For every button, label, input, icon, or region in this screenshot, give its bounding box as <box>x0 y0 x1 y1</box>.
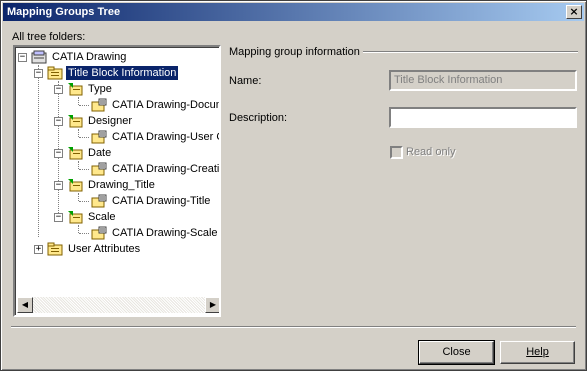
tree-node-label: CATIA Drawing <box>52 51 127 63</box>
scroll-right-icon[interactable]: ▶ <box>205 297 219 313</box>
tree-node-label: User Attributes <box>68 243 141 255</box>
folder-icon <box>47 66 63 80</box>
tree-node-label: Scale <box>88 211 116 223</box>
tree-node-label: Title Block Information <box>64 65 180 81</box>
collapse-icon[interactable]: − <box>54 84 63 94</box>
horizontal-scrollbar[interactable]: ◀ ▶ <box>17 297 219 313</box>
attribute-icon <box>91 194 107 208</box>
tree-node-label: CATIA Drawing-Title <box>112 195 211 207</box>
collapse-icon[interactable]: − <box>34 68 43 78</box>
tree-node-label: Designer <box>88 115 133 127</box>
tree-node-scale[interactable]: − Scale <box>54 209 118 225</box>
tree-node-catia-drawing[interactable]: − CATIA Drawing <box>18 49 128 65</box>
mapping-groups-dialog: Mapping Groups Tree × All tree folders: … <box>0 0 587 371</box>
tree-node-label: CATIA Drawing-Document <box>112 99 219 111</box>
tree-node-attribute[interactable]: CATIA Drawing-Creation <box>91 161 221 177</box>
scroll-left-icon[interactable]: ◀ <box>17 297 33 313</box>
tree-folders-label: All tree folders: <box>12 31 86 43</box>
tree-node-label: CATIA Drawing-Creation <box>112 163 221 175</box>
green-folder-icon <box>67 146 83 160</box>
tree-node-attribute[interactable]: CATIA Drawing-Scale <box>91 225 219 241</box>
collapse-icon[interactable]: − <box>54 116 63 126</box>
green-folder-icon <box>67 178 83 192</box>
name-field[interactable]: Title Block Information <box>389 70 577 91</box>
tree-node-label: Drawing_Title <box>88 179 155 191</box>
tree-node-date[interactable]: − Date <box>54 145 113 161</box>
collapse-icon[interactable]: − <box>54 212 63 222</box>
title-bar[interactable]: Mapping Groups Tree × <box>3 3 584 21</box>
close-window-button[interactable]: × <box>566 5 582 19</box>
description-field[interactable] <box>389 107 577 128</box>
help-button[interactable]: Help <box>500 341 575 364</box>
tree-node-drawing-title[interactable]: − Drawing_Title <box>54 177 157 193</box>
help-button-label: Help <box>526 346 549 358</box>
collapse-icon[interactable]: − <box>18 52 27 62</box>
collapse-icon[interactable]: − <box>54 148 63 158</box>
name-label: Name: <box>229 75 262 87</box>
tree-node-attribute[interactable]: CATIA Drawing-Title <box>91 193 212 209</box>
tree-node-designer[interactable]: − Designer <box>54 113 134 129</box>
expand-icon[interactable]: + <box>34 244 43 254</box>
scroll-track[interactable] <box>33 297 205 313</box>
folder-icon <box>47 242 63 256</box>
tree-node-label: CATIA Drawing-Scale <box>112 227 218 239</box>
green-folder-icon <box>67 210 83 224</box>
window-title: Mapping Groups Tree <box>7 6 121 18</box>
catia-drawing-icon <box>31 50 47 64</box>
button-separator <box>11 326 576 328</box>
green-folder-icon <box>67 82 83 96</box>
tree-node-type[interactable]: − Type <box>54 81 114 97</box>
tree-node-label: Date <box>88 147 112 159</box>
tree-node-label: Type <box>88 83 112 95</box>
tree-node-label: CATIA Drawing-User Operator <box>112 131 219 143</box>
green-folder-icon <box>67 114 83 128</box>
read-only-checkbox[interactable] <box>390 146 403 159</box>
tree-node-title-block[interactable]: − Title Block Information <box>34 65 180 81</box>
tree-node-attribute[interactable]: CATIA Drawing-Document <box>91 97 219 113</box>
mapping-tree[interactable]: − CATIA Drawing − Title Block Informatio… <box>13 45 221 317</box>
tree-node-user-attributes[interactable]: + User Attributes <box>34 241 142 257</box>
tree-node-attribute[interactable]: CATIA Drawing-User Operator <box>91 129 219 145</box>
attribute-icon <box>91 130 107 144</box>
attribute-icon <box>91 98 107 112</box>
collapse-icon[interactable]: − <box>54 180 63 190</box>
group-divider <box>363 51 578 53</box>
group-heading: Mapping group information <box>229 46 360 58</box>
read-only-label: Read only <box>406 146 456 158</box>
description-label: Description: <box>229 112 288 124</box>
close-button[interactable]: Close <box>418 340 495 365</box>
attribute-icon <box>91 226 107 240</box>
attribute-icon <box>91 162 107 176</box>
